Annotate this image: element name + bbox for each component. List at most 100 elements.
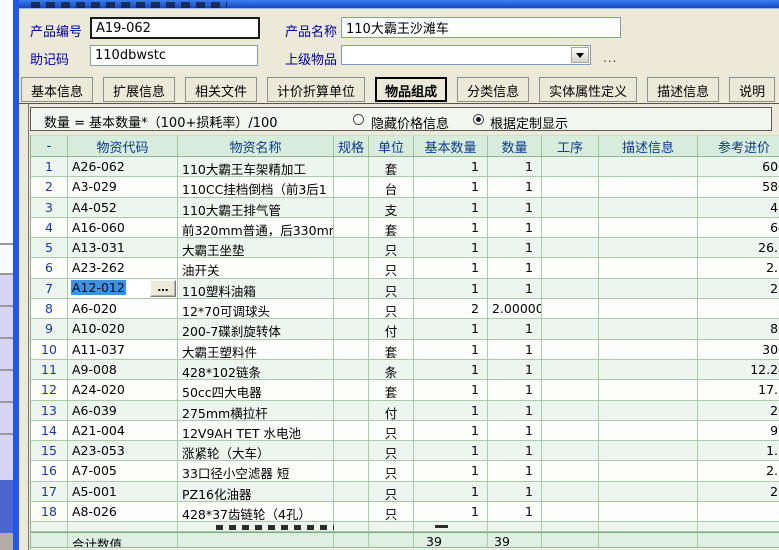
cell-code[interactable]: A9-008 [68,360,178,380]
column-header-0[interactable]: - [31,135,68,156]
table-row[interactable]: 6A23-262油开关只112.5 [31,258,779,278]
cell-base_qty[interactable]: 1 [414,360,488,380]
cell-process[interactable] [542,360,599,380]
cell-base_qty[interactable]: 1 [414,401,488,421]
table-row[interactable]: 12A24-02050cc四大电器套1117.5 [31,380,779,400]
cell-unit[interactable]: 付 [369,319,414,339]
cell-process[interactable] [542,279,599,299]
cell-unit[interactable]: 只 [369,258,414,278]
cell-base_qty[interactable]: 1 [414,421,488,441]
cell-desc[interactable] [599,177,698,197]
cell-process[interactable] [542,177,599,197]
cell-qty[interactable]: 1 [488,441,542,461]
table-row[interactable]: 10A11-037大霸王塑料件套11300 [31,340,779,360]
cell-no[interactable]: 3 [31,198,68,218]
cell-process[interactable] [542,218,599,238]
table-row[interactable]: 3A4-052110大霸王排气管支1147 [31,198,779,218]
cell-qty[interactable]: 1 [488,461,542,481]
cell-no[interactable]: 6 [31,258,68,278]
cell-base_qty[interactable]: 1 [414,198,488,218]
cell-base_qty[interactable]: 1 [414,177,488,197]
cell-process[interactable] [542,340,599,360]
cell-no[interactable]: 8 [31,299,68,319]
table-row[interactable]: 7A12-012…110塑料油箱只1127 [31,279,779,299]
column-header-9[interactable]: 参考进价 [698,135,779,156]
cell-code[interactable]: A3-029 [68,177,178,197]
cell-spec[interactable] [334,340,369,360]
cell-price[interactable]: 8 [698,502,779,522]
cell-code[interactable]: A6-039 [68,401,178,421]
cell-unit[interactable]: 只 [369,482,414,502]
table-row[interactable]: 2A3-029110CC挂档倒档（前3后1台11580 [31,177,779,197]
cell-process[interactable] [542,441,599,461]
column-header-3[interactable]: 规格 [334,135,369,156]
cell-qty[interactable]: 1 [488,340,542,360]
cell-name[interactable]: 110CC挂档倒档（前3后1 [178,177,334,197]
cell-spec[interactable] [334,299,369,319]
cell-base_qty[interactable]: 1 [414,502,488,522]
cell-unit[interactable]: 只 [369,299,414,319]
cell-base_qty[interactable]: 1 [414,218,488,238]
cell-base_qty[interactable]: 1 [414,319,488,339]
cell-base_qty[interactable]: 1 [414,441,488,461]
table-row[interactable]: 17A5-001PZ16化油器只1127 [31,482,779,502]
cell-spec[interactable] [334,461,369,481]
cell-desc[interactable] [599,340,698,360]
clipped-row[interactable] [31,522,779,532]
cell-code[interactable]: A4-052 [68,198,178,218]
cell-name[interactable]: 50cc四大电器 [178,380,334,400]
cell-price[interactable]: 64 [698,218,779,238]
cell-desc[interactable] [599,441,698,461]
cell-base_qty[interactable]: 1 [414,340,488,360]
cell-price[interactable]: 2.3 [698,461,779,481]
table-row[interactable]: 15A23-053涨紧轮（大车）只111.3 [31,441,779,461]
custom-display-radio[interactable] [473,114,484,125]
cell-process[interactable] [542,502,599,522]
cell-qty[interactable]: 1 [488,502,542,522]
cell-no[interactable]: 5 [31,238,68,258]
cell-qty[interactable]: 1 [488,238,542,258]
cell-spec[interactable] [334,482,369,502]
tab-说明[interactable]: 说明 [729,77,775,102]
cell-price[interactable]: 26.5 [698,238,779,258]
tab-相关文件[interactable]: 相关文件 [185,77,257,102]
cell-spec[interactable] [334,279,369,299]
cell-unit[interactable]: 只 [369,441,414,461]
cell-desc[interactable] [599,279,698,299]
cell-price[interactable]: 27 [698,482,779,502]
hide-price-radio[interactable] [353,114,364,125]
ellipsis-lookup-button[interactable]: … [150,280,176,297]
cell-no[interactable]: 10 [31,340,68,360]
cell-process[interactable] [542,461,599,481]
cell-code[interactable]: A21-004 [68,421,178,441]
cell-name[interactable]: 428*102链条 [178,360,334,380]
cell-process[interactable] [542,299,599,319]
cell-code[interactable]: A24-020 [68,380,178,400]
cell-name[interactable]: 大霸王塑料件 [178,340,334,360]
cell-no[interactable]: 9 [31,319,68,339]
cell-desc[interactable] [599,482,698,502]
cell-unit[interactable]: 只 [369,502,414,522]
cell-code[interactable]: A12-012… [68,279,178,299]
cell-price[interactable]: 85 [698,319,779,339]
cell-spec[interactable] [334,380,369,400]
cell-base_qty[interactable]: 2 [414,299,488,319]
cell-desc[interactable] [599,258,698,278]
cell-qty[interactable]: 1 [488,319,542,339]
cell-unit[interactable]: 套 [369,380,414,400]
cell-desc[interactable] [599,319,698,339]
cell-no[interactable]: 12 [31,380,68,400]
cell-code[interactable]: A8-026 [68,502,178,522]
cell-desc[interactable] [599,157,698,177]
cell-qty[interactable]: 1 [488,177,542,197]
cell-process[interactable] [542,319,599,339]
cell-name[interactable]: 110大霸王车架精加工 [178,157,334,177]
cell-name[interactable]: 前320mm普通，后330mm [178,218,334,238]
table-row[interactable]: 9A10-020200-7碟刹旋转体付1185 [31,319,779,339]
cell-desc[interactable] [599,198,698,218]
cell-desc[interactable] [599,502,698,522]
cell-code[interactable]: A16-060 [68,218,178,238]
cell-process[interactable] [542,238,599,258]
cell-name[interactable]: 200-7碟刹旋转体 [178,319,334,339]
cell-code[interactable]: A10-020 [68,319,178,339]
